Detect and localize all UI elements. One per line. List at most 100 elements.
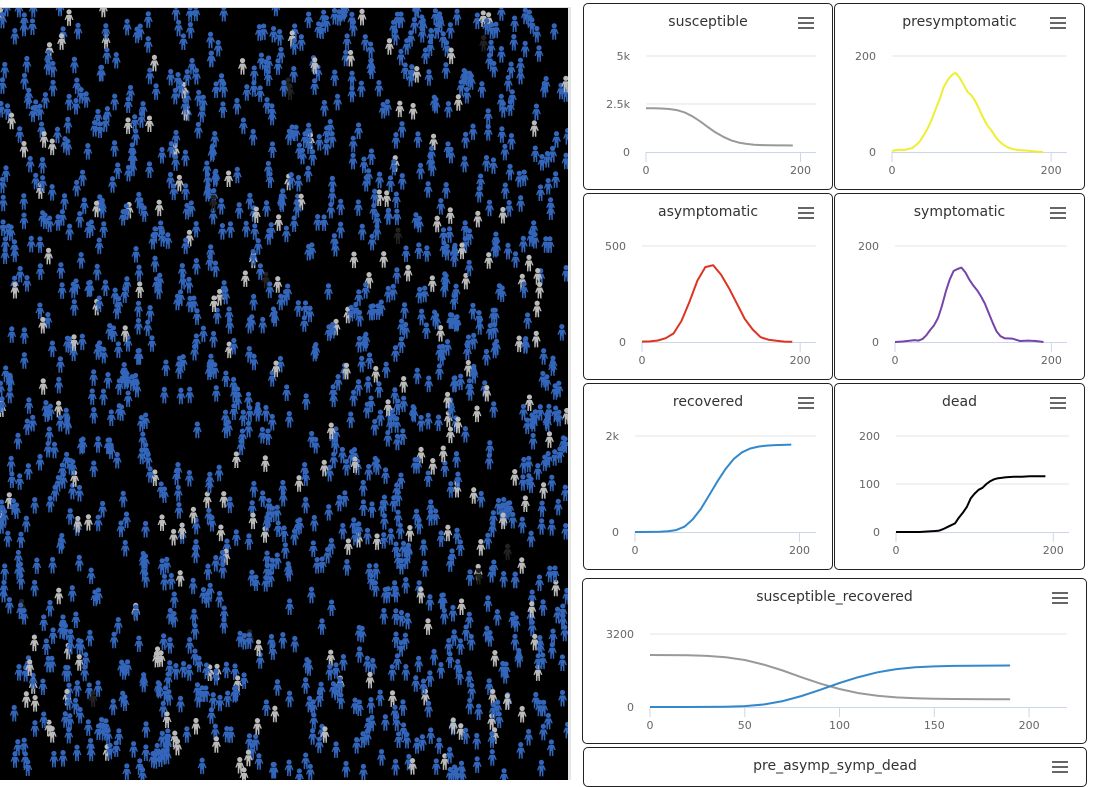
x-tick-label: 200 [790, 354, 811, 367]
agent-icon [198, 325, 208, 343]
simulation-canvas[interactable] [0, 7, 571, 780]
x-tick-label: 200 [1041, 164, 1062, 177]
agent-icon [413, 131, 423, 148]
agent-icon [408, 102, 418, 120]
series-line-susceptible[interactable] [649, 654, 1011, 701]
agent-icon [9, 704, 19, 722]
agent-icon [348, 135, 358, 153]
agent-icon [0, 194, 8, 212]
hamburger-menu-icon[interactable] [1052, 761, 1068, 773]
agent-icon [397, 121, 407, 138]
agent-icon [460, 426, 470, 443]
agent-icon [223, 690, 233, 708]
agent-icon [492, 609, 502, 626]
agent-icon [375, 171, 385, 189]
agent-icon [331, 741, 341, 758]
agent-icon [485, 199, 495, 217]
agent-icon [310, 78, 320, 95]
x-tick-label: 0 [893, 544, 900, 557]
agent-icon [436, 197, 446, 215]
agent-icon [524, 254, 534, 272]
agent-icon [7, 326, 17, 343]
agent-icon [403, 612, 413, 630]
agent-icon [379, 532, 389, 549]
agent-icon [416, 162, 426, 180]
agent-icon [86, 567, 96, 585]
agent-icon [72, 744, 82, 762]
series-line-susceptible[interactable] [645, 107, 793, 147]
agent-icon [462, 343, 472, 360]
agent-icon [441, 62, 451, 79]
agent-icon [130, 114, 140, 131]
agent-icon [363, 376, 373, 393]
agent-icon [35, 302, 45, 320]
agent-icon [35, 263, 45, 280]
agent-icon [392, 208, 402, 226]
agent-icon [3, 530, 13, 548]
series-line-asymptomatic[interactable] [641, 264, 793, 343]
agent-icon [49, 750, 59, 768]
agent-icon [524, 728, 534, 746]
agent-icon [285, 598, 295, 616]
agent-icon [322, 138, 332, 156]
agent-icon [41, 638, 51, 655]
agent-icon [250, 223, 260, 240]
chart-plot: 0 100 200 0 200 [859, 430, 1069, 557]
x-tick-label: 150 [924, 719, 945, 732]
agent-icon [217, 222, 227, 240]
agent-icon [539, 348, 549, 365]
agent-icon [21, 515, 31, 533]
agent-icon [484, 452, 494, 470]
agent-icon [563, 721, 568, 739]
agent-icon [19, 212, 29, 230]
agent-icon [524, 394, 534, 412]
agent-icon [111, 51, 121, 69]
agent-icon [424, 700, 434, 718]
agent-icon [238, 58, 248, 75]
agent-icon [499, 570, 509, 588]
agent-icon [21, 691, 31, 708]
agent-icon [113, 162, 123, 179]
agent-icon [365, 352, 375, 370]
agent-icon [299, 315, 309, 332]
agent-icon [122, 763, 132, 780]
agent-icon [55, 8, 65, 17]
series-line-dead[interactable] [896, 475, 1046, 533]
agent-icon [449, 629, 459, 646]
agent-icon [290, 635, 300, 653]
agent-icon [54, 587, 64, 605]
series-line-recovered[interactable] [650, 664, 1011, 708]
agent-icon [69, 299, 79, 316]
agent-icon [72, 179, 82, 197]
agent-icon [472, 732, 482, 750]
series-line-presymptomatic[interactable] [891, 71, 1044, 153]
agent-icon [241, 220, 251, 238]
agent-icon [354, 122, 364, 139]
agent-icon [22, 275, 32, 292]
agent-icon [169, 591, 179, 609]
agent-icon [357, 355, 367, 373]
y-tick-label: 100 [859, 478, 880, 491]
agent-icon [416, 414, 426, 432]
x-tick-label: 0 [892, 354, 899, 367]
agent-icon [530, 145, 540, 163]
series-line-recovered[interactable] [635, 443, 792, 533]
agent-icon [436, 662, 446, 679]
agent-icon [144, 115, 154, 133]
agent-icon [391, 132, 401, 149]
agent-icon [503, 74, 513, 92]
agent-icon [397, 173, 407, 190]
agent-icon [319, 459, 329, 477]
agent-icon [203, 563, 213, 581]
agent-icon [44, 247, 54, 265]
agent-icon [206, 50, 216, 68]
agent-icon [193, 121, 203, 139]
agent-icon [400, 302, 410, 319]
agent-icon [45, 215, 55, 233]
agent-icon [143, 11, 153, 28]
agent-icon [461, 624, 471, 641]
agent-icon [324, 504, 334, 521]
series-line-symptomatic[interactable] [894, 266, 1044, 343]
agent-icon [446, 481, 456, 498]
x-tick-label: 200 [1041, 354, 1062, 367]
